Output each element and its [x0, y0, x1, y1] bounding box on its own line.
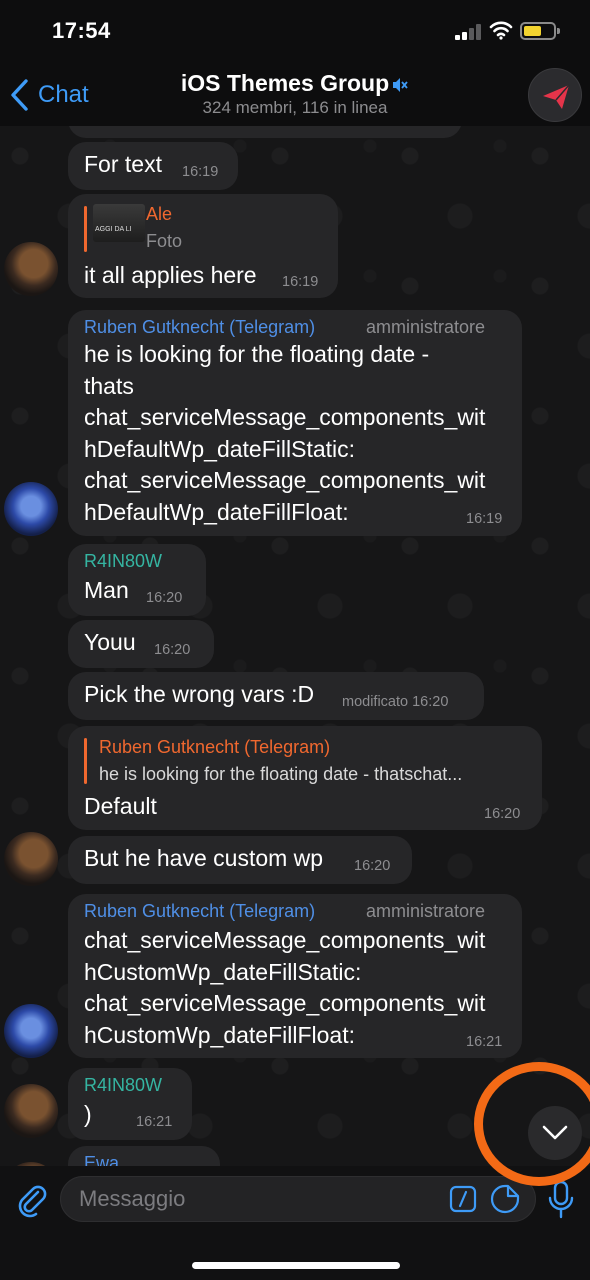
bot-command-icon[interactable]: [449, 1185, 477, 1213]
message-text: it all applies here: [84, 262, 257, 288]
paper-plane-icon: [543, 84, 570, 109]
muted-speaker-icon: [393, 77, 408, 92]
sender-name: Ewa: [84, 1153, 120, 1166]
reply-quote-bar: [84, 206, 87, 252]
sender-name: R4IN80W: [84, 1075, 163, 1095]
group-avatar[interactable]: [528, 68, 582, 122]
reply-thumbnail-text: AGGI DA LI: [95, 226, 132, 233]
wifi-icon: [489, 21, 513, 40]
sender-role: amministratore: [366, 901, 486, 921]
message-time: modificato 16:20: [342, 694, 449, 710]
reply-author: Ale: [146, 204, 173, 224]
home-indicator[interactable]: [192, 1262, 400, 1269]
reply-snippet: Foto: [146, 231, 183, 251]
status-bar: 17:54: [0, 0, 590, 64]
message-bubble[interactable]: For text 16:19: [68, 142, 238, 190]
reply-photo-thumbnail: AGGI DA LI: [93, 204, 145, 242]
message-bubble[interactable]: But he have custom wp 16:20: [68, 836, 412, 884]
message-bubble-partial[interactable]: [68, 126, 462, 138]
message-line: hCustomWp_dateFillFloat:: [84, 1021, 355, 1048]
message-bubble[interactable]: Ruben Gutknecht (Telegram) amministrator…: [68, 894, 522, 1058]
chat-title[interactable]: iOS Themes Group: [0, 70, 590, 97]
message-text: Default: [84, 793, 157, 819]
message-time: 16:20: [354, 858, 391, 874]
status-time: 17:54: [52, 18, 111, 43]
message-line: thats: [84, 372, 134, 399]
message-time: 16:19: [282, 274, 319, 290]
message-bubble[interactable]: R4IN80W Man 16:20: [68, 544, 206, 616]
message-bubble[interactable]: Pick the wrong vars :D modificato 16:20: [68, 672, 484, 720]
message-text: For text: [84, 151, 162, 177]
message-line: chat_serviceMessage_components_wit: [84, 467, 486, 493]
message-bubble[interactable]: Youu 16:20: [68, 620, 214, 668]
message-time: 16:20: [154, 642, 191, 658]
message-input-field[interactable]: [60, 1176, 536, 1222]
composer-bar: [0, 1166, 590, 1280]
navigation-bar: Chat iOS Themes Group 324 membri, 116 in…: [0, 64, 590, 126]
message-bubble-partial[interactable]: Ewa: [68, 1146, 220, 1166]
message-text: ): [84, 1101, 92, 1127]
message-text: Man: [84, 577, 129, 603]
message-bubble[interactable]: AGGI DA LI Ale Foto it all applies here …: [68, 194, 338, 298]
sender-avatar[interactable]: [4, 832, 58, 886]
sender-role: amministratore: [366, 317, 486, 337]
message-line: chat_serviceMessage_components_wit: [84, 927, 486, 953]
chat-subtitle: 324 membri, 116 in linea: [202, 98, 388, 117]
cellular-signal-icon: [455, 24, 485, 40]
reply-quote-bar: [84, 738, 87, 784]
message-line: hDefaultWp_dateFillStatic:: [84, 435, 356, 462]
sender-name: Ruben Gutknecht (Telegram): [84, 317, 316, 337]
reply-snippet: he is looking for the floating date - th…: [99, 764, 463, 784]
message-line: chat_serviceMessage_components_wit: [84, 990, 486, 1016]
sender-name: R4IN80W: [84, 551, 163, 571]
message-time: 16:19: [182, 164, 219, 180]
sender-avatar[interactable]: [4, 1084, 58, 1138]
message-input[interactable]: [79, 1177, 439, 1221]
sender-avatar[interactable]: [4, 242, 58, 296]
battery-icon: [520, 22, 560, 40]
message-time: 16:20: [146, 590, 183, 606]
microphone-icon[interactable]: [546, 1180, 576, 1220]
message-time: 16:19: [466, 511, 503, 527]
message-line: hDefaultWp_dateFillFloat:: [84, 498, 349, 525]
message-time: 16:21: [466, 1034, 503, 1050]
message-text: Youu: [84, 629, 136, 655]
sender-avatar[interactable]: [4, 482, 58, 536]
sender-name: Ruben Gutknecht (Telegram): [84, 901, 316, 921]
message-line: hCustomWp_dateFillStatic:: [84, 958, 362, 985]
paperclip-icon[interactable]: [14, 1182, 50, 1218]
message-time: 16:20: [484, 806, 521, 822]
message-list[interactable]: For text 16:19 AGGI DA LI Ale Foto it al…: [0, 126, 590, 1166]
chat-title-text: iOS Themes Group: [180, 70, 390, 96]
message-bubble[interactable]: Ruben Gutknecht (Telegram) he is looking…: [68, 726, 542, 830]
message-text: But he have custom wp: [84, 845, 324, 871]
message-line: he is looking for the floating date -: [84, 341, 430, 367]
message-bubble[interactable]: R4IN80W ) 16:21: [68, 1068, 192, 1140]
message-time: 16:21: [136, 1114, 173, 1130]
sticker-icon[interactable]: [489, 1183, 521, 1215]
sender-avatar[interactable]: [4, 1004, 58, 1058]
message-line: chat_serviceMessage_components_wit: [84, 404, 486, 430]
reply-author: Ruben Gutknecht (Telegram): [99, 737, 331, 757]
message-text: Pick the wrong vars :D: [84, 681, 315, 707]
message-bubble[interactable]: Ruben Gutknecht (Telegram) amministrator…: [68, 310, 522, 536]
